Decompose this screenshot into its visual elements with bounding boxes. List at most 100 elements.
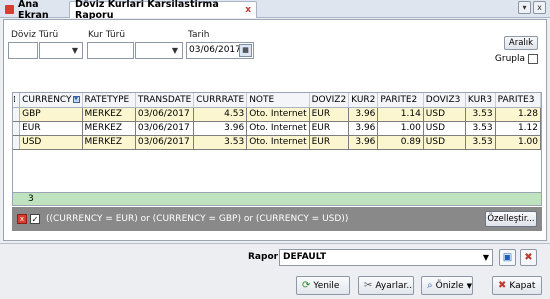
col-header-transdate[interactable]: TRANSDATE [135, 93, 195, 108]
filter-icon[interactable]: ▼ [72, 95, 80, 103]
refresh-button[interactable]: ⟳ Yenile [296, 276, 350, 295]
tarih-date-field[interactable]: 03/06/2017 ▦ [186, 42, 254, 59]
cell-doviz3[interactable]: USD [423, 107, 466, 122]
home-icon [5, 5, 14, 14]
col-header-parite2[interactable]: PARITE2 [377, 93, 424, 108]
col-header-doviz2[interactable]: DOVIZ2 [309, 93, 350, 108]
filter-enabled-checkbox[interactable]: ✓ [30, 214, 40, 224]
filter-bar: x ✓ ((CURRENCY = EUR) or (CURRENCY = GBP… [12, 207, 542, 231]
grupla-label: Grupla [494, 54, 525, 64]
cell-parite2[interactable]: 0.89 [377, 135, 424, 150]
settings-button[interactable]: ✂ Ayarlar.. [358, 276, 414, 295]
doviz-turu-label: Döviz Türü [11, 30, 59, 40]
cell-transdate[interactable]: 03/06/2017 [135, 135, 195, 150]
cell-doviz2[interactable]: EUR [309, 107, 350, 122]
table-row[interactable]: USD MERKEZ 03/06/2017 3.53 Oto. Internet… [13, 135, 541, 150]
tab-doviz-raporu[interactable]: Döviz Kurlari Karsilastirma Raporu x [69, 0, 257, 21]
window-buttons: ▾ x [518, 1, 546, 14]
kur-turu-label: Kur Türü [88, 30, 126, 40]
cell-currency[interactable]: EUR [19, 121, 83, 136]
cell-ratetype[interactable]: MERKEZ [82, 121, 136, 136]
rate-table: ⁞ CURRENCY ▼ RATETYPE TRANSDATE CURRRATE … [13, 93, 541, 150]
settings-label: Ayarlar.. [375, 280, 413, 291]
cell-doviz3[interactable]: USD [423, 121, 466, 136]
cell-ratetype[interactable]: MERKEZ [82, 135, 136, 150]
cell-kur3[interactable]: 3.53 [465, 107, 496, 122]
data-grid: ⁞ CURRENCY ▼ RATETYPE TRANSDATE CURRRATE … [12, 92, 542, 206]
row-indicator[interactable] [13, 135, 21, 150]
tarih-label: Tarih [188, 30, 210, 40]
row-indicator[interactable] [13, 107, 21, 122]
report-bar: Rapor DEFAULT ▼ ▣ ✖ [0, 243, 550, 271]
cell-doviz2[interactable]: EUR [309, 121, 350, 136]
action-bar: ⟳ Yenile ✂ Ayarlar.. ⌕ Önizle ▼ ✖ Kapat [0, 272, 550, 299]
window-close-button[interactable]: x [533, 1, 546, 14]
save-icon[interactable]: ▣ [499, 249, 516, 266]
col-header-parite3[interactable]: PARITE3 [495, 93, 541, 108]
table-row[interactable]: GBP MERKEZ 03/06/2017 4.53 Oto. Internet… [13, 107, 541, 122]
clear-filter-icon[interactable]: x [17, 214, 27, 224]
col-header-currrate[interactable]: CURRRATE [193, 93, 248, 108]
cell-doviz2[interactable]: EUR [309, 135, 350, 150]
cell-parite2[interactable]: 1.00 [377, 121, 424, 136]
cell-parite3[interactable]: 1.00 [495, 135, 541, 150]
preview-button[interactable]: ⌕ Önizle ▼ [421, 276, 473, 295]
chevron-down-icon: ▼ [482, 253, 490, 262]
cell-currrate[interactable]: 3.96 [193, 121, 248, 136]
tab-label: Döviz Kurlari Karsilastirma Raporu [75, 0, 219, 21]
grupla-option: Grupla [495, 54, 538, 64]
tab-ana-ekran[interactable]: Ana Ekran [0, 0, 70, 21]
table-row[interactable]: EUR MERKEZ 03/06/2017 3.96 Oto. Internet… [13, 121, 541, 136]
chevron-down-icon: ▼ [71, 46, 79, 55]
filter-expression[interactable]: ((CURRENCY = EUR) or (CURRENCY = GBP) or… [46, 214, 348, 224]
col-header-label: CURRENCY [22, 94, 72, 105]
col-header-currency[interactable]: CURRENCY ▼ [19, 93, 83, 108]
kur-turu-select[interactable]: ▼ [135, 42, 183, 59]
cell-doviz3[interactable]: USD [423, 135, 466, 150]
cell-currency[interactable]: USD [19, 135, 83, 150]
cell-ratetype[interactable]: MERKEZ [82, 107, 136, 122]
cell-kur3[interactable]: 3.53 [465, 121, 496, 136]
kur-turu-code-field[interactable] [87, 42, 134, 59]
cell-kur2[interactable]: 3.96 [348, 121, 379, 136]
preview-icon: ⌕ [427, 280, 433, 291]
record-count: 3 [28, 194, 34, 204]
col-header-doviz3[interactable]: DOVIZ3 [423, 93, 466, 108]
close-label: Kapat [509, 280, 536, 291]
col-header-ratetype[interactable]: RATETYPE [82, 93, 136, 108]
delete-icon[interactable]: ✖ [520, 249, 537, 266]
col-header-kur3[interactable]: KUR3 [465, 93, 496, 108]
cell-currrate[interactable]: 4.53 [193, 107, 248, 122]
rapor-select[interactable]: DEFAULT ▼ [279, 249, 493, 266]
cell-note[interactable]: Oto. Internet [246, 107, 310, 122]
cell-parite3[interactable]: 1.12 [495, 121, 541, 136]
cell-parite3[interactable]: 1.28 [495, 107, 541, 122]
settings-icon: ✂ [364, 280, 373, 291]
row-indicator[interactable] [13, 121, 21, 136]
cell-note[interactable]: Oto. Internet [246, 121, 310, 136]
aralik-button[interactable]: Aralık [504, 36, 538, 50]
customize-button[interactable]: Özelleştir... [485, 211, 537, 227]
cell-currrate[interactable]: 3.53 [193, 135, 248, 150]
window-menu-button[interactable]: ▾ [518, 1, 531, 14]
calendar-icon[interactable]: ▦ [239, 44, 252, 57]
cell-parite2[interactable]: 1.14 [377, 107, 424, 122]
cell-transdate[interactable]: 03/06/2017 [135, 107, 195, 122]
cell-kur3[interactable]: 3.53 [465, 135, 496, 150]
filter-area: Döviz Türü ▼ Kur Türü ▼ Tarih 03/06/2017… [8, 30, 538, 80]
tab-close-icon[interactable]: x [245, 5, 251, 15]
col-header-kur2[interactable]: KUR2 [348, 93, 379, 108]
grupla-checkbox[interactable] [528, 54, 538, 64]
cell-note[interactable]: Oto. Internet [246, 135, 310, 150]
refresh-icon: ⟳ [302, 280, 311, 291]
col-header-note[interactable]: NOTE [246, 93, 310, 108]
close-button[interactable]: ✖ Kapat [492, 276, 542, 295]
cell-transdate[interactable]: 03/06/2017 [135, 121, 195, 136]
cell-kur2[interactable]: 3.96 [348, 135, 379, 150]
cell-kur2[interactable]: 3.96 [348, 107, 379, 122]
doviz-turu-select[interactable]: ▼ [39, 42, 83, 59]
cell-currency[interactable]: GBP [19, 107, 83, 122]
row-indicator-header[interactable]: ⁞ [13, 93, 21, 108]
chevron-down-icon[interactable]: ▼ [467, 282, 472, 290]
doviz-turu-code-field[interactable] [8, 42, 38, 59]
